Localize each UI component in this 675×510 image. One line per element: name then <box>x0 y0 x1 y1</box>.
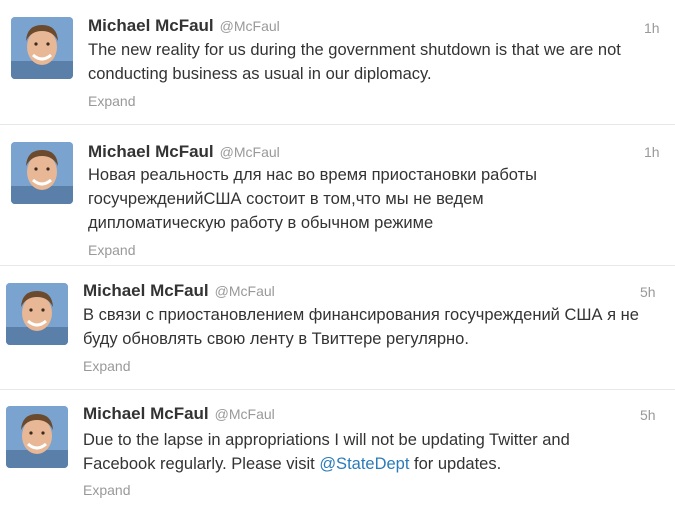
user-photo-icon <box>6 406 68 468</box>
author-handle[interactable]: @McFaul <box>220 18 280 34</box>
tweet-timestamp[interactable]: 5h <box>640 284 656 300</box>
tweet-text: В связи с приостановлением финансировани… <box>83 306 639 348</box>
author-handle[interactable]: @McFaul <box>220 144 280 160</box>
author-handle[interactable]: @McFaul <box>215 283 275 299</box>
expand-link[interactable]: Expand <box>88 93 135 109</box>
user-photo-icon <box>11 142 73 204</box>
author-name-text[interactable]: Michael McFaul <box>83 281 209 300</box>
tweet-timestamp[interactable]: 1h <box>644 144 660 160</box>
avatar[interactable] <box>6 406 68 468</box>
author-name-text[interactable]: Michael McFaul <box>88 16 214 35</box>
tweet-item[interactable]: Michael McFaul @McFaul 5h Due to the laps… <box>0 390 675 510</box>
tweet-item[interactable]: Michael McFaul @McFaul 1h The new reality… <box>0 0 675 125</box>
tweet-text-after: for updates. <box>409 455 502 473</box>
tweet-text: Новая реальность для нас во время приост… <box>88 166 538 232</box>
avatar[interactable] <box>11 142 73 204</box>
tweet-feed: Michael McFaul @McFaul 1h The new reality… <box>0 0 675 510</box>
tweet-timestamp[interactable]: 5h <box>640 407 656 423</box>
tweet-item[interactable]: Michael McFaul @McFaul 5h В связи с приос… <box>0 266 675 390</box>
expand-link[interactable]: Expand <box>83 358 130 374</box>
user-photo-icon <box>11 17 73 79</box>
tweet-text: Due to the lapse in appropriations I wil… <box>83 428 643 476</box>
tweet-text: The new reality for us during the govern… <box>88 41 621 83</box>
author-name-text[interactable]: Michael McFaul <box>83 404 209 423</box>
author-name[interactable]: Michael McFaul @McFaul <box>83 404 275 424</box>
avatar[interactable] <box>11 17 73 79</box>
avatar[interactable] <box>6 283 68 345</box>
tweet-timestamp[interactable]: 1h <box>644 20 660 36</box>
author-name[interactable]: Michael McFaul @McFaul <box>83 281 275 301</box>
expand-link[interactable]: Expand <box>83 482 130 498</box>
expand-link[interactable]: Expand <box>88 242 135 258</box>
user-photo-icon <box>6 283 68 345</box>
author-name-text[interactable]: Michael McFaul <box>88 142 214 161</box>
mention-link[interactable]: @StateDept <box>319 455 409 473</box>
author-name[interactable]: Michael McFaul @McFaul <box>88 16 280 36</box>
author-name[interactable]: Michael McFaul @McFaul <box>88 142 280 162</box>
author-handle[interactable]: @McFaul <box>215 406 275 422</box>
tweet-item[interactable]: Michael McFaul @McFaul 1h Новая реальност… <box>0 125 675 266</box>
